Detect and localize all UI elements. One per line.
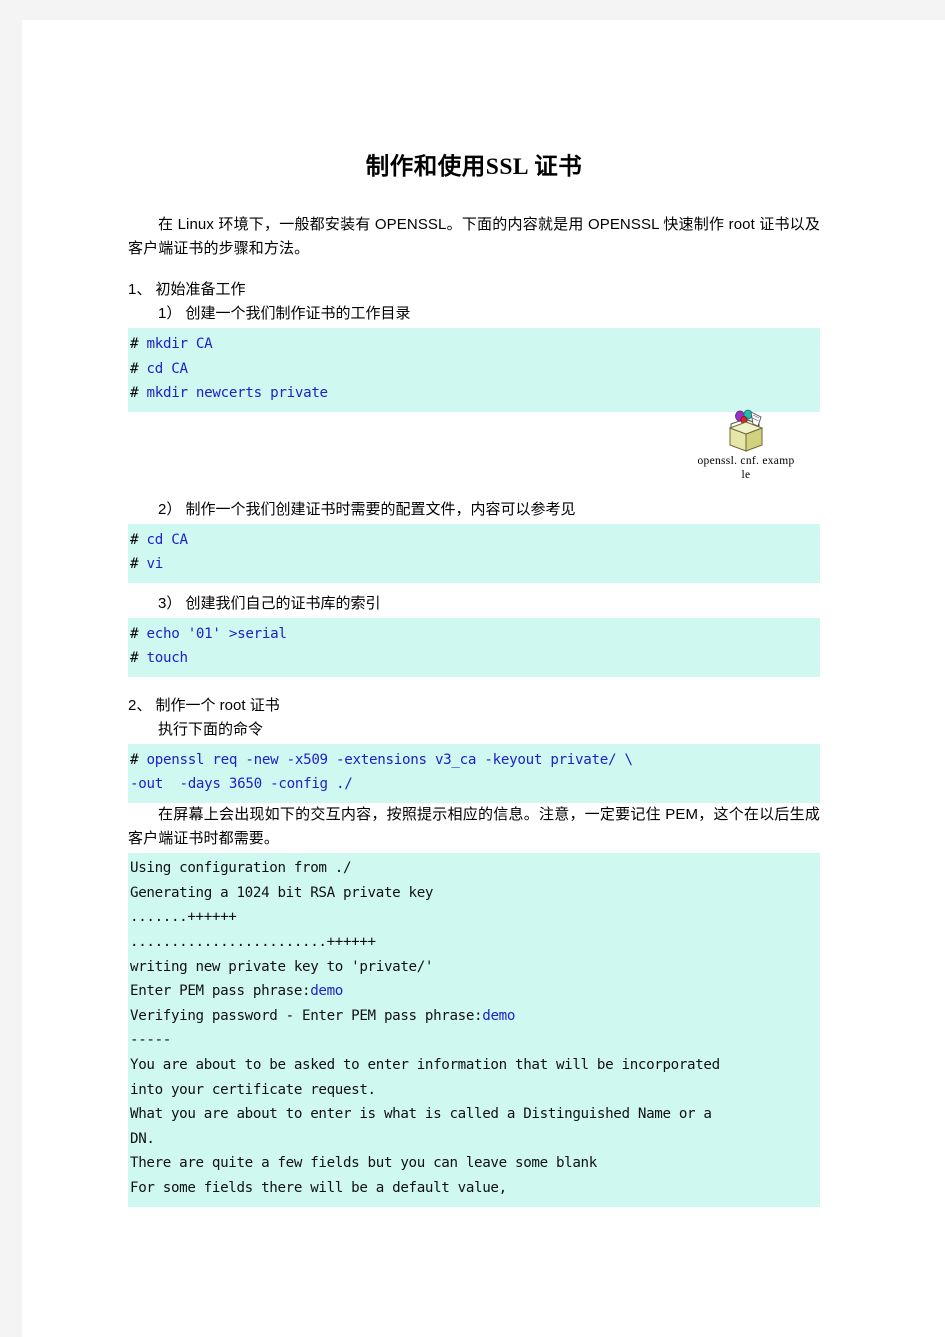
- shell-prompt: #: [130, 751, 147, 768]
- code-block-step-2: # cd CA # vi: [128, 523, 820, 583]
- output-text: ........................++++++: [130, 934, 376, 951]
- shell-command: touch: [146, 650, 188, 667]
- package-object-icon: [728, 409, 764, 452]
- output-text: into your certificate request.: [130, 1081, 376, 1098]
- code-line: # cd CA: [128, 357, 820, 382]
- shell-prompt: #: [130, 360, 147, 377]
- output-text: Using configuration from ./: [130, 860, 352, 877]
- output-text: You are about to be asked to enter infor…: [130, 1056, 720, 1073]
- embedded-object-area: openssl. cnf. examp le: [128, 409, 820, 498]
- output-line: -----: [128, 1028, 820, 1053]
- output-text: .......++++++: [130, 909, 237, 926]
- shell-prompt: #: [130, 650, 147, 667]
- embedded-object-caption-line-2: le: [741, 468, 751, 481]
- shell-prompt: #: [130, 336, 147, 353]
- section-1-step-2-label: 2） 制作一个我们创建证书时需要的配置文件，内容可以参考见: [158, 500, 576, 518]
- page-title-latin: SSL: [485, 154, 528, 180]
- page-title: 制作和使用SSL 证书: [128, 120, 820, 183]
- spacer-before-section-2: [128, 677, 820, 694]
- shell-prompt: #: [130, 556, 147, 573]
- shell-command: cd CA: [146, 531, 188, 548]
- code-line: # cd CA: [128, 528, 820, 553]
- document-content: 制作和使用SSL 证书 在 Linux 环境下，一般都安装有 OPENSSL。下…: [128, 120, 820, 1207]
- embedded-object-caption-line-1: openssl. cnf. examp: [697, 454, 795, 467]
- page-title-cn-suffix: 证书: [534, 154, 583, 180]
- code-line: # touch: [128, 646, 820, 671]
- spacer-after-title: [128, 183, 820, 213]
- output-text: DN.: [130, 1130, 155, 1147]
- output-line: ........................++++++: [128, 930, 820, 955]
- output-line: For some fields there will be a default …: [128, 1176, 820, 1201]
- code-line: # openssl req -new -x509 -extensions v3_…: [128, 748, 820, 773]
- output-line: There are quite a few fields but you can…: [128, 1151, 820, 1176]
- output-line: Generating a 1024 bit RSA private key: [128, 881, 820, 906]
- code-line: # echo '01' >serial: [128, 622, 820, 647]
- section-1-heading: 1、 初始准备工作: [128, 281, 246, 299]
- shell-command: openssl req -new -x509 -extensions v3_ca…: [146, 751, 633, 768]
- section-2-heading: 2、 制作一个 root 证书: [128, 696, 280, 714]
- output-line: DN.: [128, 1127, 820, 1152]
- shell-command: echo '01' >serial: [146, 625, 287, 642]
- embedded-object[interactable]: openssl. cnf. examp le: [671, 408, 821, 482]
- output-text: Enter PEM pass phrase:: [130, 983, 311, 1000]
- shell-command: mkdir CA: [146, 336, 213, 353]
- section-2-subheading: 执行下面的命令: [158, 720, 264, 738]
- code-block-step-3: # echo '01' >serial # touch: [128, 617, 820, 677]
- shell-prompt: #: [130, 625, 147, 642]
- output-text: Verifying password - Enter PEM pass phra…: [130, 1007, 483, 1024]
- output-line: Enter PEM pass phrase:demo: [128, 979, 820, 1004]
- output-text: -----: [130, 1032, 171, 1049]
- output-highlight: demo: [310, 983, 343, 1000]
- page-title-cn-prefix: 制作和使用: [365, 154, 486, 180]
- output-line: You are about to be asked to enter infor…: [128, 1053, 820, 1078]
- code-line: -out -days 3650 -config ./: [128, 772, 820, 797]
- output-line: What you are about to enter is what is c…: [128, 1102, 820, 1127]
- spacer-before-step-3: [128, 583, 820, 592]
- output-text: What you are about to enter is what is c…: [130, 1106, 712, 1123]
- output-line: Using configuration from ./: [128, 856, 820, 881]
- output-text: For some fields there will be a default …: [130, 1179, 507, 1196]
- section-2-note: 在屏幕上会出现如下的交互内容，按照提示相应的信息。注意，一定要记住 PEM，这个…: [128, 805, 820, 847]
- code-line: # vi: [128, 552, 820, 577]
- shell-command: cd CA: [146, 360, 188, 377]
- shell-command: mkdir newcerts private: [146, 385, 328, 402]
- code-block-section-2: # openssl req -new -x509 -extensions v3_…: [128, 743, 820, 803]
- shell-prompt: #: [130, 385, 147, 402]
- output-line: into your certificate request.: [128, 1078, 820, 1103]
- shell-command: vi: [146, 556, 163, 573]
- section-1-step-1-label: 1） 创建一个我们制作证书的工作目录: [158, 305, 411, 323]
- output-highlight: demo: [482, 1007, 516, 1024]
- spacer-after-intro: [128, 261, 820, 278]
- shell-command: -out -days 3650 -config ./: [130, 776, 353, 793]
- terminal-output-block: Using configuration from ./ Generating a…: [128, 853, 820, 1207]
- output-line: writing new private key to 'private/': [128, 955, 820, 980]
- output-text: There are quite a few fields but you can…: [130, 1155, 597, 1172]
- code-line: # mkdir newcerts private: [128, 381, 820, 406]
- document-page: 制作和使用SSL 证书 在 Linux 环境下，一般都安装有 OPENSSL。下…: [22, 20, 945, 1337]
- output-text: writing new private key to 'private/': [130, 958, 434, 975]
- output-text: Generating a 1024 bit RSA private key: [130, 884, 434, 901]
- code-line: # mkdir CA: [128, 332, 820, 357]
- code-block-step-1: # mkdir CA # cd CA # mkdir newcerts priv…: [128, 328, 820, 412]
- output-line: .......++++++: [128, 905, 820, 930]
- output-line: Verifying password - Enter PEM pass phra…: [128, 1004, 820, 1029]
- intro-paragraph: 在 Linux 环境下，一般都安装有 OPENSSL。下面的内容就是用 OPEN…: [128, 215, 820, 257]
- shell-prompt: #: [130, 531, 147, 548]
- section-1-step-3-label: 3） 创建我们自己的证书库的索引: [158, 594, 381, 612]
